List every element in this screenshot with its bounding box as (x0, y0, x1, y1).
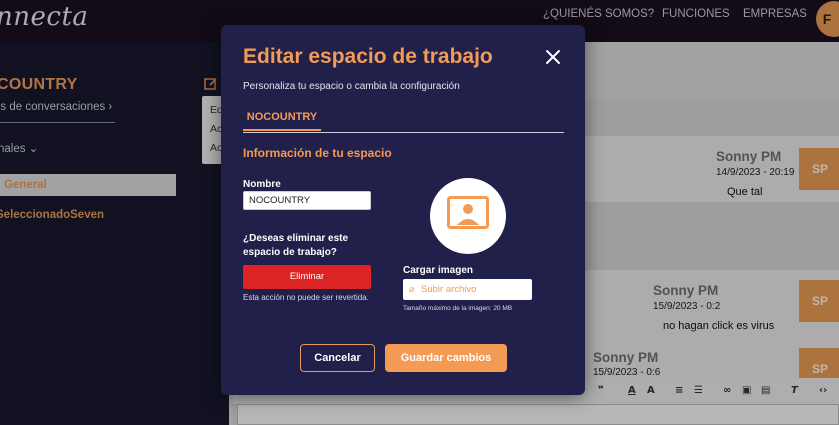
image-placeholder-icon (447, 196, 489, 229)
attachment-icon: ⌀ (409, 284, 415, 294)
section-title: Información de tu espacio (243, 146, 392, 160)
modal-title: Editar espacio de trabajo (243, 45, 493, 68)
upload-file-label: Subir archivo (421, 284, 477, 295)
tab-nocountry[interactable]: NOCOUNTRY (243, 111, 321, 123)
modal-subtitle: Personaliza tu espacio o cambia la confi… (243, 81, 460, 92)
tab-divider (243, 132, 564, 133)
upload-image-label: Cargar imagen (403, 265, 474, 276)
delete-warning: Esta acción no puede ser revertida. (243, 293, 369, 302)
edit-workspace-modal: Editar espacio de trabajo Personaliza tu… (221, 25, 585, 395)
workspace-image-preview[interactable] (430, 178, 506, 254)
active-tab-indicator (243, 129, 321, 131)
cancel-button[interactable]: Cancelar (300, 344, 375, 372)
delete-button[interactable]: Eliminar (243, 265, 371, 289)
name-label: Nombre (243, 179, 281, 190)
max-size-hint: Tamaño máximo de la imagen: 20 MB (403, 305, 513, 312)
save-changes-button[interactable]: Guardar cambios (385, 344, 507, 372)
delete-question: ¿Deseas eliminar este espacio de trabajo… (243, 233, 349, 258)
close-icon[interactable] (543, 47, 563, 67)
workspace-name-input[interactable]: NOCOUNTRY (243, 191, 371, 210)
upload-file-button[interactable]: ⌀ Subir archivo (403, 279, 532, 300)
